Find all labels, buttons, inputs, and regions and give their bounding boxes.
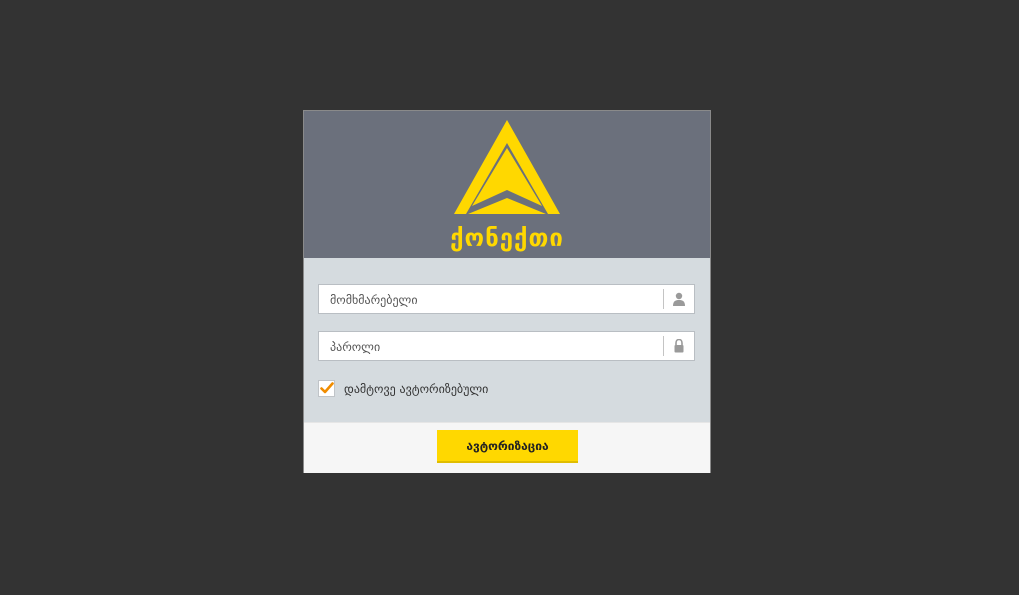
remember-checkbox[interactable] <box>318 380 335 397</box>
login-form: მომხმარებელი პაროლი დამტოვე ავტორიზებული <box>304 258 710 422</box>
checkmark-icon <box>320 382 334 394</box>
login-header: ქონექთი <box>304 111 710 258</box>
brand-logo-icon <box>454 120 560 214</box>
login-button[interactable]: ავტორიზაცია <box>437 430 578 463</box>
password-placeholder: პაროლი <box>330 340 381 354</box>
username-field[interactable]: მომხმარებელი <box>318 284 695 314</box>
brand-name: ქონექთი <box>450 224 564 252</box>
remember-label: დამტოვე ავტორიზებული <box>344 382 489 396</box>
field-divider <box>663 289 664 309</box>
password-field[interactable]: პაროლი <box>318 331 695 361</box>
user-icon <box>673 292 685 306</box>
login-panel: ქონექთი მომხმარებელი პაროლი დამტოვე ავტო… <box>303 110 711 473</box>
username-placeholder: მომხმარებელი <box>330 293 418 307</box>
login-footer: ავტორიზაცია <box>304 422 710 473</box>
lock-icon <box>674 339 684 353</box>
field-divider <box>663 336 664 356</box>
